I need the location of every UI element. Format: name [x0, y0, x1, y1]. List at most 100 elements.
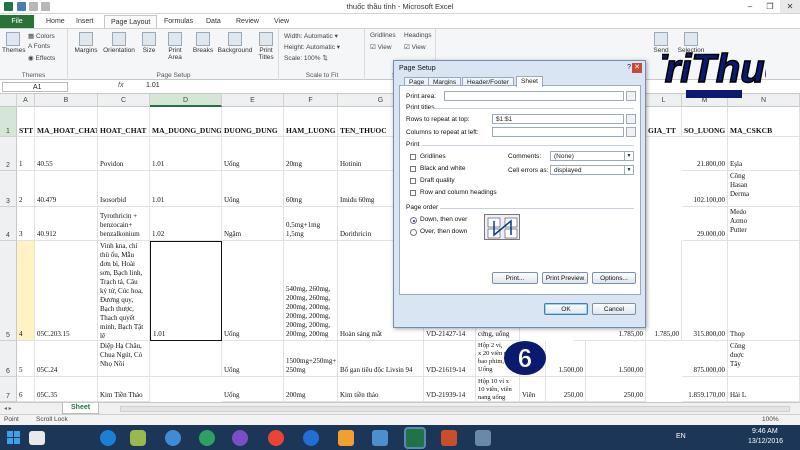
sheet-nav-arrows[interactable]: ◂ ▸	[4, 405, 12, 412]
table-cell[interactable]: HAM_LUONG	[284, 107, 338, 137]
collapse-dialog-icon[interactable]	[626, 114, 636, 124]
over-then-down-radio[interactable]	[410, 229, 417, 236]
table-cell[interactable]: 1.859.170,00	[682, 377, 728, 402]
headings-view-check[interactable]: ☑ View	[404, 43, 426, 51]
select-all-corner[interactable]	[0, 94, 17, 107]
table-cell[interactable]: STT	[17, 107, 35, 137]
tab-insert[interactable]: Insert	[70, 15, 100, 28]
table-cell[interactable]: 40.55	[35, 137, 98, 171]
table-cell[interactable]: Vinh kna, chỉ thù ốu, Mẫu đơn bì, Hoài s…	[98, 241, 150, 341]
tab-review[interactable]: Review	[230, 15, 265, 28]
tab-sheet[interactable]: Sheet	[516, 76, 543, 87]
fonts-button[interactable]: A Fonts	[28, 43, 50, 50]
down-then-over-radio[interactable]	[410, 217, 417, 224]
print-preview-button[interactable]: Print Preview	[542, 272, 588, 284]
breaks-button[interactable]: Breaks	[191, 32, 215, 54]
help-icon[interactable]: ?	[627, 64, 631, 71]
tab-home[interactable]: Home	[40, 15, 71, 28]
table-cell[interactable]: 1500mg+250mg+ 250mg	[284, 341, 338, 377]
dialog-close-icon[interactable]: ✕	[632, 63, 642, 73]
table-cell[interactable]: 29.000,00	[682, 207, 728, 241]
table-cell[interactable]: Uống	[222, 137, 284, 171]
row-header[interactable]: 4	[0, 207, 17, 241]
table-cell[interactable]: 21.800,00	[682, 137, 728, 171]
start-button[interactable]	[4, 428, 24, 447]
draft-quality-checkbox[interactable]	[410, 178, 416, 184]
table-cell[interactable]: 4	[17, 241, 35, 341]
table-cell[interactable]: 20mg	[284, 137, 338, 171]
table-cell[interactable]: 1	[17, 137, 35, 171]
themes-button[interactable]: Themes	[2, 32, 25, 54]
language-indicator[interactable]: EN	[676, 433, 686, 440]
scale-stepper[interactable]: Scale: 100% ⇅	[284, 54, 328, 62]
table-cell[interactable]: 1.01	[150, 137, 222, 171]
print-area-input[interactable]	[444, 91, 624, 101]
table-cell[interactable]: 540mg, 260mg, 200mg, 260mg, 200mg, 200mg…	[284, 241, 338, 341]
tab-formulas[interactable]: Formulas	[158, 15, 199, 28]
horizontal-scrollbar[interactable]	[120, 406, 790, 412]
table-cell[interactable]: Viên	[520, 377, 546, 402]
comments-select[interactable]: (None) ▼	[550, 151, 634, 161]
file-explorer-icon[interactable]	[29, 431, 45, 445]
column-header[interactable]: A	[17, 94, 35, 107]
table-cell[interactable]: GIA_TT	[646, 107, 682, 137]
table-cell[interactable]: VD-21939-14	[424, 377, 476, 402]
row-header[interactable]: 2	[0, 137, 17, 171]
table-cell[interactable]: 05C.24	[35, 341, 98, 377]
colors-button[interactable]: ▦ Colors	[28, 32, 55, 40]
table-cell[interactable]: Kim tiền thảo	[338, 377, 424, 402]
zalo-icon[interactable]	[303, 430, 319, 446]
size-button[interactable]: Size	[139, 32, 159, 54]
collapse-dialog-icon[interactable]	[626, 91, 636, 101]
chat-icon[interactable]	[165, 430, 181, 446]
table-cell[interactable]: Uống	[222, 171, 284, 207]
table-cell[interactable]: 40.912	[35, 207, 98, 241]
table-cell[interactable]: MA_CSKCB	[728, 107, 800, 137]
app-icon[interactable]	[199, 430, 215, 446]
table-cell[interactable]: 6	[17, 377, 35, 402]
background-button[interactable]: Background	[217, 32, 253, 54]
clock-date[interactable]: 13/12/2016	[748, 438, 783, 445]
app-icon[interactable]	[130, 430, 146, 446]
tab-view[interactable]: View	[268, 15, 295, 28]
table-cell[interactable]: HOAT_CHAT	[98, 107, 150, 137]
options-button[interactable]: Options...	[592, 272, 636, 284]
table-cell[interactable]: SO_LUONG	[682, 107, 728, 137]
print-titles-button[interactable]: Print Titles	[255, 32, 277, 61]
table-cell[interactable]: Uống	[222, 377, 284, 402]
table-cell[interactable]: Thop	[728, 241, 800, 341]
print-area-button[interactable]: Print Area	[161, 32, 189, 61]
table-cell[interactable]: 05C.203.15	[35, 241, 98, 341]
close-button[interactable]: ✕	[780, 0, 800, 13]
column-header[interactable]: B	[35, 94, 98, 107]
table-cell[interactable]: Hộp 10 vỉ x 10 viên, viên nang uống	[476, 377, 520, 402]
app-icon[interactable]	[441, 430, 457, 446]
column-header[interactable]: D	[150, 94, 222, 107]
minimize-button[interactable]: –	[740, 0, 760, 13]
active-cell[interactable]: 1.01	[150, 241, 222, 341]
rows-repeat-input[interactable]: $1:$1	[492, 114, 624, 124]
table-cell[interactable]: Hải L	[728, 377, 800, 402]
row-header[interactable]: 5	[0, 241, 17, 341]
table-cell[interactable]: 1.01	[150, 171, 222, 207]
table-cell[interactable]: 1.500,00	[586, 341, 646, 377]
table-cell[interactable]: 1.785,00	[646, 241, 682, 341]
table-cell[interactable]: 315.800,00	[682, 241, 728, 341]
excel-taskbar-icon[interactable]	[406, 429, 424, 447]
effects-button[interactable]: ◉ Effects	[28, 54, 55, 62]
sheet-tab[interactable]: Sheet	[62, 403, 100, 414]
row-col-headings-checkbox[interactable]	[410, 190, 416, 196]
formula-input[interactable]: 1.01	[146, 82, 160, 89]
table-cell[interactable]: 1.02	[150, 207, 222, 241]
table-cell[interactable]: Tyrothricin + benzocain+ benzalkonium	[98, 207, 150, 241]
black-white-checkbox[interactable]	[410, 166, 416, 172]
orientation-button[interactable]: Orientation	[101, 32, 137, 54]
table-cell[interactable]: Uống	[222, 241, 284, 341]
table-cell[interactable]: Medo Azmo Putter	[728, 207, 800, 241]
table-cell[interactable]: VD-21619-14	[424, 341, 476, 377]
table-cell[interactable]: Eşla	[728, 137, 800, 171]
table-cell[interactable]: 2	[17, 171, 35, 207]
table-cell[interactable]: 250,00	[546, 377, 586, 402]
table-cell[interactable]: 250,00	[586, 377, 646, 402]
table-cell[interactable]: 875.000,00	[682, 341, 728, 377]
